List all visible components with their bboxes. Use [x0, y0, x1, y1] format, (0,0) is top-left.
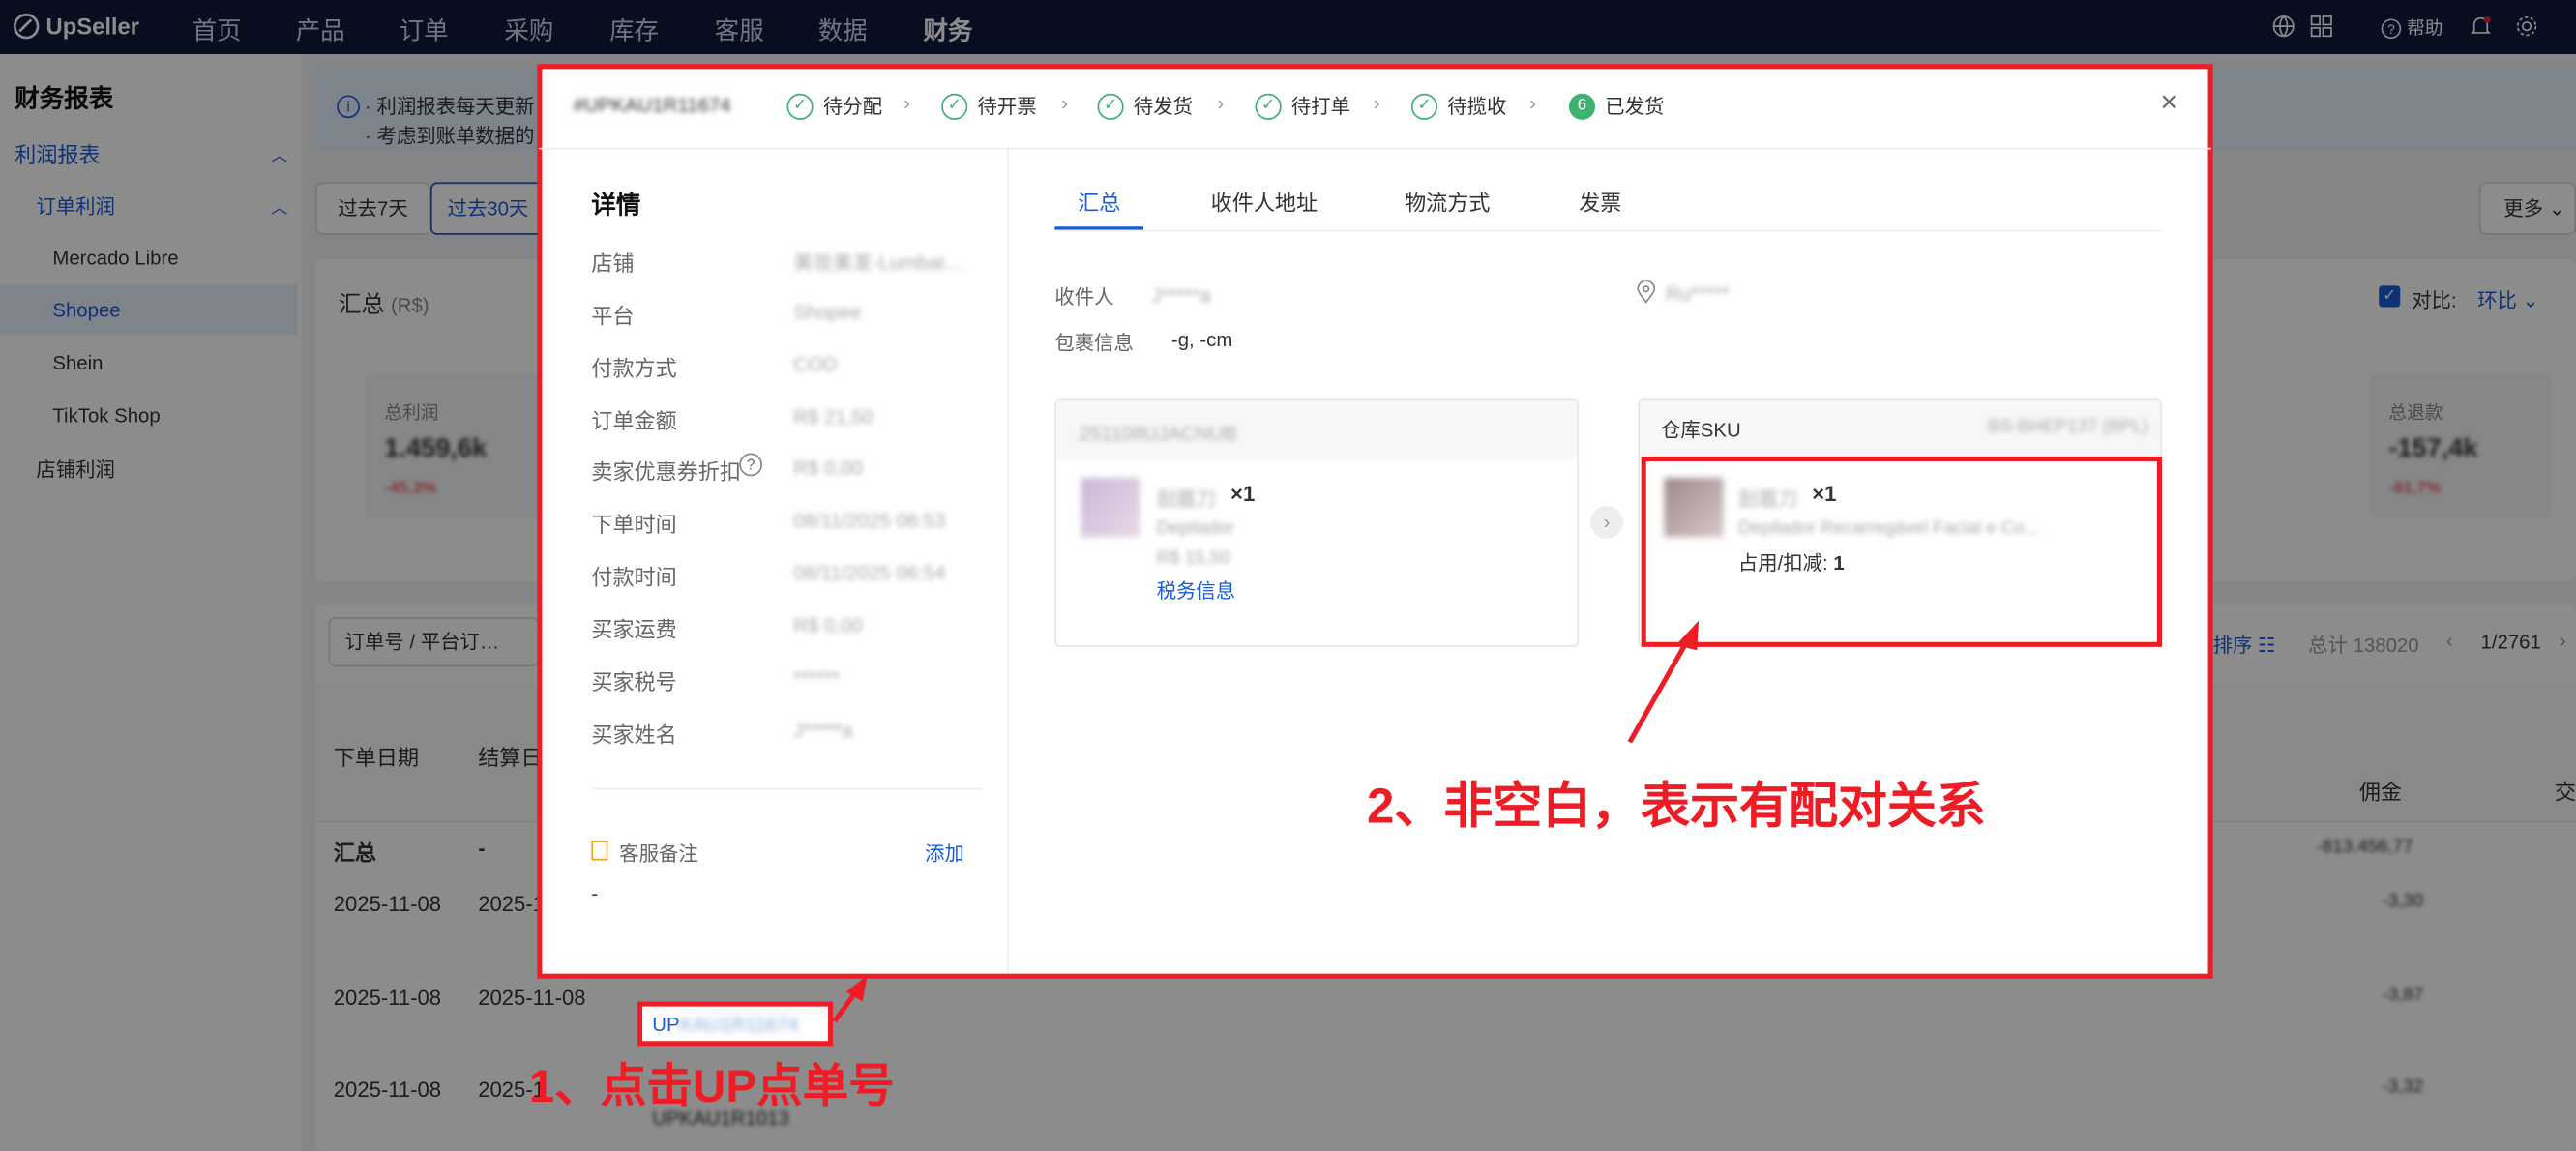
annotation-step-1: 1、点击UP点单号 [528, 1060, 895, 1112]
annotation-step-2: 2、非空白，表示有配对关系 [1367, 780, 1986, 835]
annotation-arrows [832, 620, 1700, 1023]
